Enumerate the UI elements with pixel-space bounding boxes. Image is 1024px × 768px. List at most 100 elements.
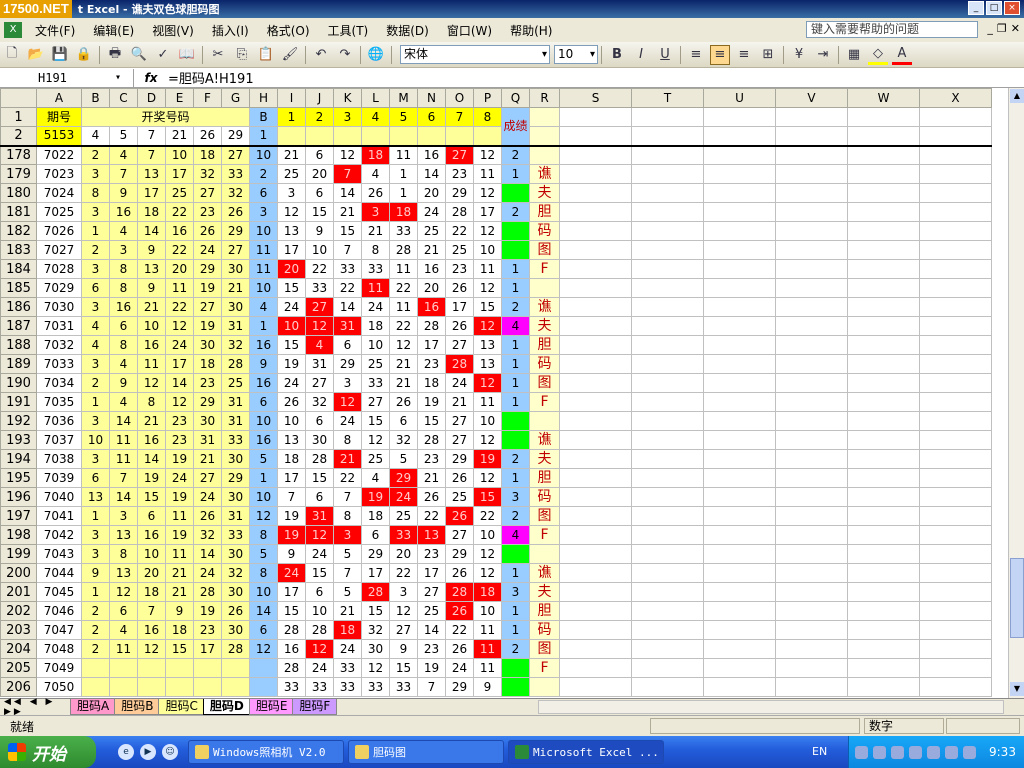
score-cell[interactable]: 2 xyxy=(501,297,530,317)
cell[interactable] xyxy=(775,449,848,469)
period-cell[interactable]: 7043 xyxy=(36,544,82,564)
draw-number-cell[interactable]: 11 xyxy=(109,639,138,659)
cell[interactable] xyxy=(631,392,704,412)
period-cell[interactable]: 7032 xyxy=(36,335,82,355)
draw-number-cell[interactable]: 19 xyxy=(165,449,194,469)
new-icon[interactable]: 🗋 xyxy=(2,45,22,65)
dan-cell[interactable]: 7 xyxy=(333,563,362,583)
dan-cell[interactable]: 17 xyxy=(361,563,390,583)
dan-cell[interactable]: 8 xyxy=(333,506,362,526)
draw-number-cell[interactable]: 4 xyxy=(81,316,110,336)
draw-number-cell[interactable]: 3 xyxy=(81,411,110,431)
score-cell[interactable] xyxy=(501,411,530,431)
period-cell[interactable]: 7023 xyxy=(36,164,82,184)
row-header[interactable]: 187 xyxy=(0,316,37,336)
dan-cell[interactable]: 24 xyxy=(417,202,446,222)
dan-cell[interactable]: 20 xyxy=(277,259,306,279)
draw-number-cell[interactable]: 25 xyxy=(165,183,194,203)
row-header[interactable]: 190 xyxy=(0,373,37,393)
dan-cell[interactable]: 27 xyxy=(417,582,446,602)
cell[interactable] xyxy=(559,126,632,146)
dan-cell[interactable]: 24 xyxy=(305,544,334,564)
blue-ball-cell[interactable]: 5 xyxy=(249,449,278,469)
cell[interactable] xyxy=(559,449,632,469)
dan-cell[interactable]: 21 xyxy=(333,601,362,621)
cell[interactable] xyxy=(919,449,992,469)
cell[interactable] xyxy=(559,677,632,697)
dan-cell[interactable]: 18 xyxy=(389,202,418,222)
cell[interactable] xyxy=(847,145,920,165)
draw-number-cell[interactable]: 4 xyxy=(109,620,138,640)
dan-cell[interactable]: 19 xyxy=(361,487,390,507)
dan-cell[interactable] xyxy=(305,126,334,146)
column-header[interactable]: S xyxy=(559,88,632,108)
merge-center-icon[interactable]: ⊞ xyxy=(758,45,778,65)
column-header[interactable]: P xyxy=(473,88,502,108)
dan-cell[interactable]: 7 xyxy=(333,240,362,260)
dan-cell[interactable]: 33 xyxy=(361,259,390,279)
blue-ball-cell[interactable]: 12 xyxy=(249,506,278,526)
dan-cell[interactable]: 17 xyxy=(277,582,306,602)
dan-cell[interactable]: 31 xyxy=(333,316,362,336)
draw-number-cell[interactable]: 23 xyxy=(193,373,222,393)
dan-cell[interactable]: 3 xyxy=(361,202,390,222)
draw-numbers-header[interactable]: 开奖号码 xyxy=(81,107,250,127)
cell[interactable] xyxy=(559,411,632,431)
draw-number-cell[interactable]: 8 xyxy=(137,392,166,412)
dan-cell[interactable] xyxy=(445,126,474,146)
draw-number-cell[interactable]: 16 xyxy=(137,430,166,450)
label-cell[interactable] xyxy=(529,677,560,697)
draw-number-cell[interactable]: 18 xyxy=(137,582,166,602)
font-size-select[interactable]: 10 xyxy=(554,45,598,64)
dan-cell[interactable]: 16 xyxy=(417,297,446,317)
dan-cell[interactable]: 12 xyxy=(389,335,418,355)
dan-cell[interactable]: 26 xyxy=(445,563,474,583)
cell[interactable] xyxy=(919,297,992,317)
dan-cell[interactable]: 14 xyxy=(333,183,362,203)
cell[interactable] xyxy=(703,164,776,184)
dan-cell[interactable]: 26 xyxy=(445,316,474,336)
dan-cell[interactable]: 6 xyxy=(389,411,418,431)
dan-cell[interactable]: 26 xyxy=(445,506,474,526)
draw-number-cell[interactable]: 2 xyxy=(81,620,110,640)
score-cell[interactable] xyxy=(501,544,530,564)
draw-number-cell[interactable]: 12 xyxy=(165,316,194,336)
dan-cell[interactable]: 33 xyxy=(361,373,390,393)
period-header[interactable]: 期号 xyxy=(36,107,82,127)
cell[interactable] xyxy=(775,354,848,374)
label-cell[interactable]: 胆 xyxy=(529,202,560,222)
dan-cell[interactable]: 15 xyxy=(389,658,418,678)
dan-cell[interactable]: 27 xyxy=(389,620,418,640)
draw-number-cell[interactable]: 4 xyxy=(109,392,138,412)
period-cell[interactable]: 7026 xyxy=(36,221,82,241)
cell[interactable] xyxy=(559,563,632,583)
dan-cell[interactable]: 10 xyxy=(473,525,502,545)
dan-cell[interactable]: 4 xyxy=(361,468,390,488)
dan-cell[interactable]: 33 xyxy=(389,677,418,697)
cell[interactable] xyxy=(847,297,920,317)
label-cell[interactable]: 码 xyxy=(529,221,560,241)
cell[interactable] xyxy=(631,126,704,146)
draw-number-cell[interactable]: 14 xyxy=(109,411,138,431)
dan-cell[interactable]: 4 xyxy=(361,164,390,184)
cell[interactable] xyxy=(631,677,704,697)
period-cell[interactable]: 7027 xyxy=(36,240,82,260)
cell[interactable] xyxy=(703,677,776,697)
draw-number-cell[interactable]: 9 xyxy=(137,240,166,260)
row-header[interactable]: 201 xyxy=(0,582,37,602)
draw-number-cell[interactable]: 23 xyxy=(165,430,194,450)
underline-button[interactable]: U xyxy=(655,45,675,65)
dan-cell[interactable]: 15 xyxy=(361,601,390,621)
cell[interactable] xyxy=(847,506,920,526)
label-cell[interactable]: 夫 xyxy=(529,582,560,602)
media-player-icon[interactable]: ▶ xyxy=(140,744,156,760)
spelling-icon[interactable]: ✓ xyxy=(153,45,173,65)
cell[interactable] xyxy=(919,164,992,184)
draw-number-cell[interactable]: 29 xyxy=(221,126,250,146)
draw-number-cell[interactable]: 7 xyxy=(137,145,166,165)
dan-cell[interactable]: 13 xyxy=(473,335,502,355)
dan-cell[interactable]: 15 xyxy=(305,468,334,488)
cell[interactable] xyxy=(775,506,848,526)
dan-cell[interactable]: 20 xyxy=(389,544,418,564)
column-header[interactable]: J xyxy=(305,88,334,108)
